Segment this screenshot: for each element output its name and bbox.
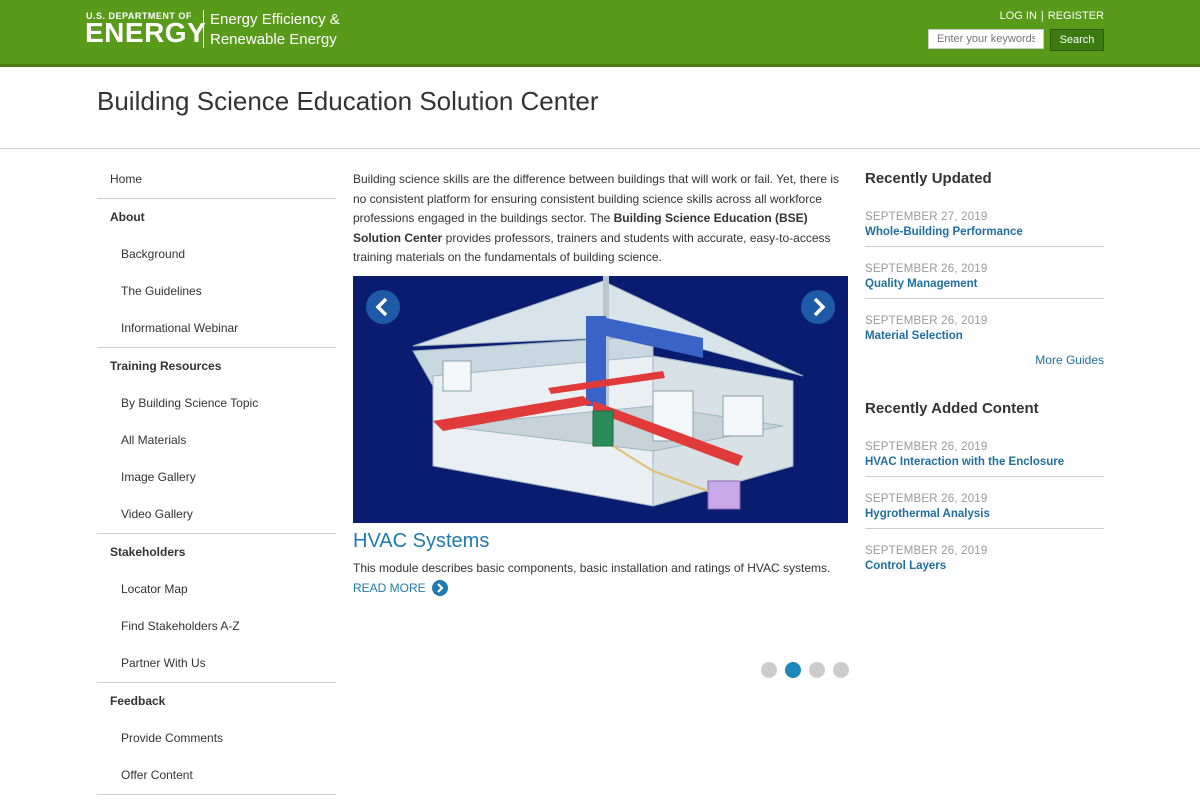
sidebar-item-about[interactable]: About — [97, 199, 336, 236]
sidebar-item-training-resources[interactable]: Training Resources — [97, 348, 336, 385]
recently-added-heading: Recently Added Content — [865, 400, 1039, 417]
updated-item-link[interactable]: Whole-Building Performance — [865, 226, 1104, 238]
added-item-link[interactable]: Hygrothermal Analysis — [865, 508, 1104, 520]
title-divider — [0, 148, 1200, 149]
read-more-label: READ MORE — [353, 581, 426, 595]
intro-text: Building science skills are the differen… — [353, 170, 843, 268]
added-item: SEPTEMBER 26, 2019 Control Layers — [865, 545, 1104, 572]
added-item-link[interactable]: HVAC Interaction with the Enclosure — [865, 456, 1104, 468]
updated-item: SEPTEMBER 27, 2019 Whole-Building Perfor… — [865, 211, 1104, 247]
sidebar-item-stakeholders[interactable]: Stakeholders — [97, 534, 336, 571]
sidebar-item-offer-content[interactable]: Offer Content — [97, 757, 336, 795]
added-item: SEPTEMBER 26, 2019 Hygrothermal Analysis — [865, 493, 1104, 529]
recently-updated-heading: Recently Updated — [865, 170, 992, 187]
updated-item-date: SEPTEMBER 26, 2019 — [865, 263, 988, 275]
carousel-dot-2[interactable] — [785, 662, 801, 678]
added-item: SEPTEMBER 26, 2019 HVAC Interaction with… — [865, 441, 1104, 477]
chevron-circle-right-icon — [431, 580, 448, 596]
sidebar-item-find-stakeholders[interactable]: Find Stakeholders A-Z — [97, 608, 336, 645]
added-item-date: SEPTEMBER 26, 2019 — [865, 441, 988, 453]
sidebar-item-background[interactable]: Background — [97, 236, 336, 273]
carousel-image[interactable] — [353, 276, 848, 523]
sidebar-item-webinar[interactable]: Informational Webinar — [97, 310, 336, 348]
search-input[interactable] — [928, 29, 1044, 49]
sidebar-item-feedback[interactable]: Feedback — [97, 683, 336, 720]
carousel-next-button[interactable] — [801, 290, 835, 324]
energy-logo[interactable]: ENERGY — [85, 18, 206, 48]
login-link[interactable]: LOG IN — [1000, 10, 1037, 22]
slide-title[interactable]: HVAC Systems — [353, 530, 489, 553]
divider — [865, 298, 1104, 299]
divider — [865, 246, 1104, 247]
chevron-right-icon — [813, 297, 826, 317]
sidebar-item-by-topic[interactable]: By Building Science Topic — [97, 385, 336, 422]
sidebar-item-locator-map[interactable]: Locator Map — [97, 571, 336, 608]
carousel-dot-4[interactable] — [833, 662, 849, 678]
divider — [865, 528, 1104, 529]
updated-item: SEPTEMBER 26, 2019 Quality Management — [865, 263, 1104, 299]
sidebar-item-video-gallery[interactable]: Video Gallery — [97, 496, 336, 534]
auth-separator: | — [1040, 10, 1044, 22]
updated-item-date: SEPTEMBER 26, 2019 — [865, 315, 988, 327]
auth-links: LOG IN | REGISTER — [1000, 10, 1104, 22]
logo-divider — [203, 10, 204, 48]
added-item-date: SEPTEMBER 26, 2019 — [865, 493, 988, 505]
sidebar-item-image-gallery[interactable]: Image Gallery — [97, 459, 336, 496]
added-item-link[interactable]: Control Layers — [865, 560, 1104, 572]
added-item-date: SEPTEMBER 26, 2019 — [865, 545, 988, 557]
carousel-pager — [761, 662, 849, 678]
divider — [865, 476, 1104, 477]
carousel-prev-button[interactable] — [366, 290, 400, 324]
register-link[interactable]: REGISTER — [1048, 10, 1104, 22]
sidebar-item-home[interactable]: Home — [97, 161, 336, 199]
updated-item-date: SEPTEMBER 27, 2019 — [865, 211, 988, 223]
read-more-link[interactable]: READ MORE — [353, 580, 448, 596]
sidebar-item-all-materials[interactable]: All Materials — [97, 422, 336, 459]
search-button[interactable]: Search — [1050, 29, 1104, 51]
sidebar-item-guidelines[interactable]: The Guidelines — [97, 273, 336, 310]
office-name-line2: Renewable Energy — [210, 31, 337, 48]
more-guides-link[interactable]: More Guides — [1035, 353, 1104, 367]
slide-description: This module describes basic components, … — [353, 561, 831, 575]
carousel-dot-3[interactable] — [809, 662, 825, 678]
updated-item-link[interactable]: Material Selection — [865, 330, 1104, 342]
carousel-dot-1[interactable] — [761, 662, 777, 678]
updated-item-link[interactable]: Quality Management — [865, 278, 1104, 290]
office-name[interactable]: Energy Efficiency & Renewable Energy — [210, 10, 340, 50]
hvac-house-illustration — [353, 276, 848, 523]
sidebar-item-partner[interactable]: Partner With Us — [97, 645, 336, 683]
page-title: Building Science Education Solution Cent… — [97, 86, 599, 116]
site-header: U.S. DEPARTMENT OF ENERGY Energy Efficie… — [0, 0, 1200, 67]
sidebar-item-provide-comments[interactable]: Provide Comments — [97, 720, 336, 757]
updated-item: SEPTEMBER 26, 2019 Material Selection — [865, 315, 1104, 342]
chevron-left-icon — [375, 297, 388, 317]
office-name-line1: Energy Efficiency & — [210, 11, 340, 28]
sidebar-nav: Home About Background The Guidelines Inf… — [97, 161, 336, 795]
